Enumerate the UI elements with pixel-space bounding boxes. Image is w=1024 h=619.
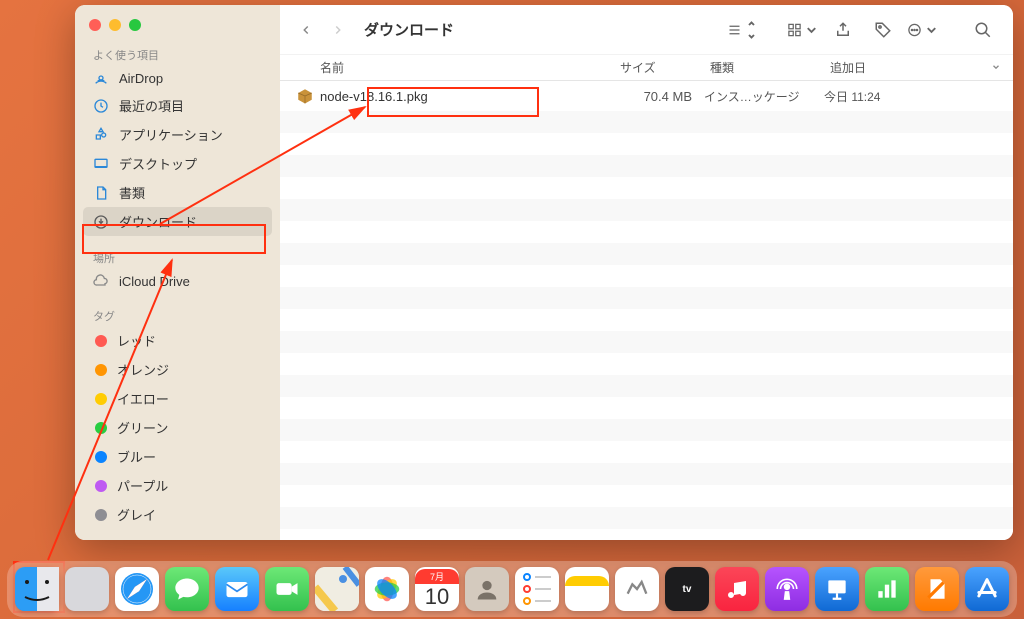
tag-label: ブルー — [117, 447, 156, 466]
tag-label: レッド — [117, 331, 156, 350]
tag-dot-icon — [95, 364, 107, 376]
tag-dot-icon — [95, 393, 107, 405]
file-size: 70.4 MB — [614, 89, 704, 104]
sidebar-item-downloads[interactable]: ダウンロード — [83, 207, 272, 236]
dock-music-icon[interactable] — [715, 567, 759, 611]
dock-maps-icon[interactable] — [315, 567, 359, 611]
download-icon — [93, 214, 109, 230]
tags-header: タグ — [75, 304, 280, 326]
sidebar-item-recents[interactable]: 最近の項目 — [75, 91, 280, 120]
tag-dot-icon — [95, 480, 107, 492]
sidebar-item-label: iCloud Drive — [119, 274, 190, 289]
sidebar-item-label: デスクトップ — [119, 154, 197, 173]
sidebar-item-desktop[interactable]: デスクトップ — [75, 149, 280, 178]
cloud-icon — [93, 273, 109, 289]
dock-safari-icon[interactable] — [115, 567, 159, 611]
dock-freeform-icon[interactable] — [615, 567, 659, 611]
dock-notes-icon[interactable] — [565, 567, 609, 611]
clock-icon — [93, 98, 109, 114]
tag-dot-icon — [95, 335, 107, 347]
dock-calendar-icon[interactable]: 7月10 — [415, 567, 459, 611]
dock-reminders-icon[interactable] — [515, 567, 559, 611]
column-headers: 名前 サイズ 種類 追加日 — [280, 55, 1013, 81]
sidebar-tag-gray[interactable]: グレイ — [75, 500, 280, 529]
sidebar-item-applications[interactable]: アプリケーション — [75, 120, 280, 149]
sidebar-tag-green[interactable]: グリーン — [75, 413, 280, 442]
tag-label: グリーン — [117, 418, 168, 437]
file-row[interactable]: node-v18.16.1.pkg 70.4 MB インス…ッケージ 今日 11… — [280, 81, 1013, 111]
sidebar-item-label: ダウンロード — [119, 212, 197, 231]
action-menu-button[interactable] — [907, 16, 939, 44]
forward-button[interactable] — [326, 18, 350, 42]
sidebar-item-label: 最近の項目 — [119, 96, 184, 115]
tag-dot-icon — [95, 422, 107, 434]
dock-finder-icon[interactable] — [15, 567, 59, 611]
tag-dot-icon — [95, 451, 107, 463]
tag-label: パープル — [117, 476, 168, 495]
column-date-label: 追加日 — [830, 59, 866, 76]
maximize-window-button[interactable] — [129, 19, 141, 31]
main-content: ダウンロード 名前 サイズ 種類 追加日 node-v18.16.1. — [280, 5, 1013, 540]
finder-window: よく使う項目 AirDrop 最近の項目 アプリケーション デスクトップ 書類 … — [75, 5, 1013, 540]
apps-icon — [93, 127, 109, 143]
toolbar: ダウンロード — [280, 5, 1013, 55]
dock-pages-icon[interactable] — [915, 567, 959, 611]
column-size[interactable]: サイズ — [620, 59, 710, 76]
close-window-button[interactable] — [89, 19, 101, 31]
desktop-icon — [93, 156, 109, 172]
dock-contacts-icon[interactable] — [465, 567, 509, 611]
view-list-button[interactable] — [727, 16, 759, 44]
file-name: node-v18.16.1.pkg — [320, 89, 428, 104]
file-kind: インス…ッケージ — [704, 88, 824, 105]
dock-keynote-icon[interactable] — [815, 567, 859, 611]
group-by-button[interactable] — [787, 16, 819, 44]
locations-header: 場所 — [75, 246, 280, 268]
sidebar-item-label: AirDrop — [119, 71, 163, 86]
sidebar-item-documents[interactable]: 書類 — [75, 178, 280, 207]
dock-facetime-icon[interactable] — [265, 567, 309, 611]
chevron-down-icon — [991, 61, 1001, 75]
dock-podcasts-icon[interactable] — [765, 567, 809, 611]
sidebar-item-icloud[interactable]: iCloud Drive — [75, 268, 280, 294]
column-kind[interactable]: 種類 — [710, 59, 830, 76]
sidebar-tag-purple[interactable]: パープル — [75, 471, 280, 500]
window-title: ダウンロード — [364, 19, 454, 40]
sidebar-item-label: アプリケーション — [119, 125, 223, 144]
dock-mail-icon[interactable] — [215, 567, 259, 611]
favorites-header: よく使う項目 — [75, 43, 280, 65]
dock-appstore-icon[interactable] — [965, 567, 1009, 611]
sidebar: よく使う項目 AirDrop 最近の項目 アプリケーション デスクトップ 書類 … — [75, 5, 280, 540]
dock-launchpad-icon[interactable] — [65, 567, 109, 611]
sidebar-item-airdrop[interactable]: AirDrop — [75, 65, 280, 91]
window-controls — [75, 15, 280, 43]
airdrop-icon — [93, 70, 109, 86]
tag-label: オレンジ — [117, 360, 169, 379]
sidebar-tag-orange[interactable]: オレンジ — [75, 355, 280, 384]
tag-label: グレイ — [117, 505, 156, 524]
dock-messages-icon[interactable] — [165, 567, 209, 611]
sidebar-tag-yellow[interactable]: イエロー — [75, 384, 280, 413]
document-icon — [93, 185, 109, 201]
dock-numbers-icon[interactable] — [865, 567, 909, 611]
sidebar-item-label: 書類 — [119, 183, 145, 202]
dock-photos-icon[interactable] — [365, 567, 409, 611]
dock-appletv-icon[interactable]: tv — [665, 567, 709, 611]
back-button[interactable] — [294, 18, 318, 42]
file-list: node-v18.16.1.pkg 70.4 MB インス…ッケージ 今日 11… — [280, 81, 1013, 540]
tag-dot-icon — [95, 509, 107, 521]
search-button[interactable] — [967, 16, 999, 44]
column-date[interactable]: 追加日 — [830, 59, 1013, 76]
share-button[interactable] — [827, 16, 859, 44]
column-name[interactable]: 名前 — [320, 59, 620, 76]
dock: 7月10 tv — [7, 561, 1017, 617]
file-date: 今日 11:24 — [824, 88, 1013, 105]
sidebar-tag-red[interactable]: レッド — [75, 326, 280, 355]
tag-label: イエロー — [117, 389, 169, 408]
tags-button[interactable] — [867, 16, 899, 44]
minimize-window-button[interactable] — [109, 19, 121, 31]
sidebar-tag-blue[interactable]: ブルー — [75, 442, 280, 471]
package-icon — [296, 87, 314, 105]
